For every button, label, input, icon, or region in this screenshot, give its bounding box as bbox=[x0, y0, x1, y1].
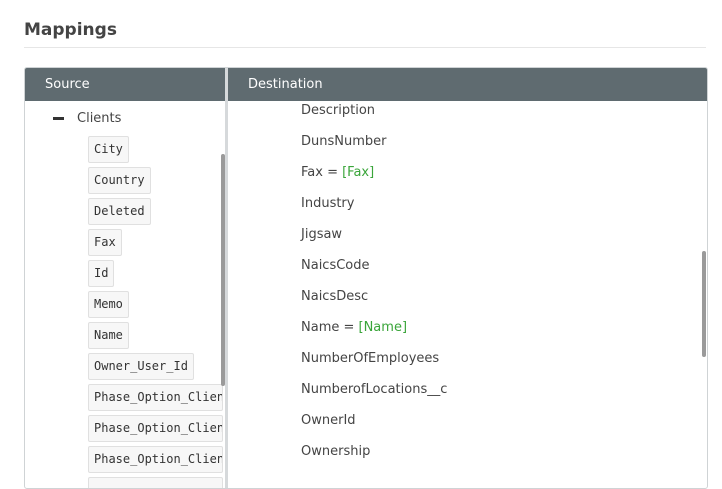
destination-field[interactable]: Jigsaw bbox=[301, 225, 342, 245]
destination-field[interactable]: Fax = [Fax] bbox=[301, 163, 374, 183]
source-field[interactable]: Phase_Option_Client bbox=[88, 446, 223, 473]
tree-node-label: Clients bbox=[77, 110, 122, 126]
destination-field[interactable]: Industry bbox=[301, 194, 354, 214]
source-field[interactable]: Name bbox=[88, 322, 129, 349]
source-field[interactable]: Country bbox=[88, 167, 151, 194]
destination-field[interactable]: Description bbox=[301, 101, 375, 121]
tree-node-clients[interactable]: Clients bbox=[53, 109, 121, 127]
destination-field-name: Industry bbox=[301, 196, 355, 211]
source-header: Source bbox=[45, 77, 90, 92]
destination-field-name: NaicsDesc bbox=[301, 289, 369, 304]
destination-field[interactable]: NaicsDesc bbox=[301, 287, 368, 307]
source-field[interactable]: City bbox=[88, 136, 129, 163]
destination-field[interactable]: Ownership bbox=[301, 442, 370, 462]
panel-header: Source Destination bbox=[25, 68, 707, 101]
destination-field-name: Description bbox=[301, 103, 376, 118]
source-field[interactable]: Phase_Option_Client bbox=[88, 415, 223, 442]
destination-pane: Description DunsNumber Fax = [Fax] Indus… bbox=[228, 101, 707, 488]
destination-field[interactable]: NumberOfEmployees bbox=[301, 349, 439, 369]
destination-header: Destination bbox=[248, 77, 323, 92]
mapping-value: [Fax] bbox=[342, 165, 375, 180]
destination-scrollbar[interactable] bbox=[702, 251, 706, 357]
destination-field-name: Ownership bbox=[301, 444, 371, 459]
destination-field[interactable]: NaicsCode bbox=[301, 256, 370, 276]
page-title: Mappings bbox=[24, 20, 117, 40]
source-field[interactable]: Deleted bbox=[88, 198, 151, 225]
mapping-value: [Name] bbox=[358, 320, 408, 335]
destination-field[interactable]: OwnerId bbox=[301, 411, 356, 431]
source-field[interactable]: Memo bbox=[88, 291, 129, 318]
collapse-icon[interactable] bbox=[53, 116, 64, 120]
source-field[interactable]: Phase_Option_Client bbox=[88, 384, 223, 411]
destination-field-name: Name = bbox=[301, 320, 359, 335]
source-field[interactable]: Owner_User_Id bbox=[88, 353, 194, 380]
destination-field-name: Jigsaw bbox=[301, 227, 343, 242]
source-field-partial[interactable] bbox=[88, 477, 223, 488]
destination-field-name: OwnerId bbox=[301, 413, 356, 428]
destination-field-name: DunsNumber bbox=[301, 134, 387, 149]
destination-field-name: Fax = bbox=[301, 165, 343, 180]
destination-field[interactable]: NumberofLocations__c bbox=[301, 380, 447, 400]
mappings-panel: Source Destination Clients City Country … bbox=[24, 67, 708, 489]
title-divider bbox=[24, 47, 706, 48]
source-scrollbar[interactable] bbox=[221, 154, 225, 386]
source-pane: Clients City Country Deleted Fax Id Memo… bbox=[25, 101, 225, 488]
source-field[interactable]: Id bbox=[88, 260, 115, 287]
destination-field[interactable]: DunsNumber bbox=[301, 132, 386, 152]
destination-field-name: NumberofLocations__c bbox=[301, 382, 448, 397]
source-field[interactable]: Fax bbox=[88, 229, 122, 256]
destination-field-name: NumberOfEmployees bbox=[301, 351, 440, 366]
destination-field-name: NaicsCode bbox=[301, 258, 370, 273]
destination-field[interactable]: Name = [Name] bbox=[301, 318, 407, 338]
